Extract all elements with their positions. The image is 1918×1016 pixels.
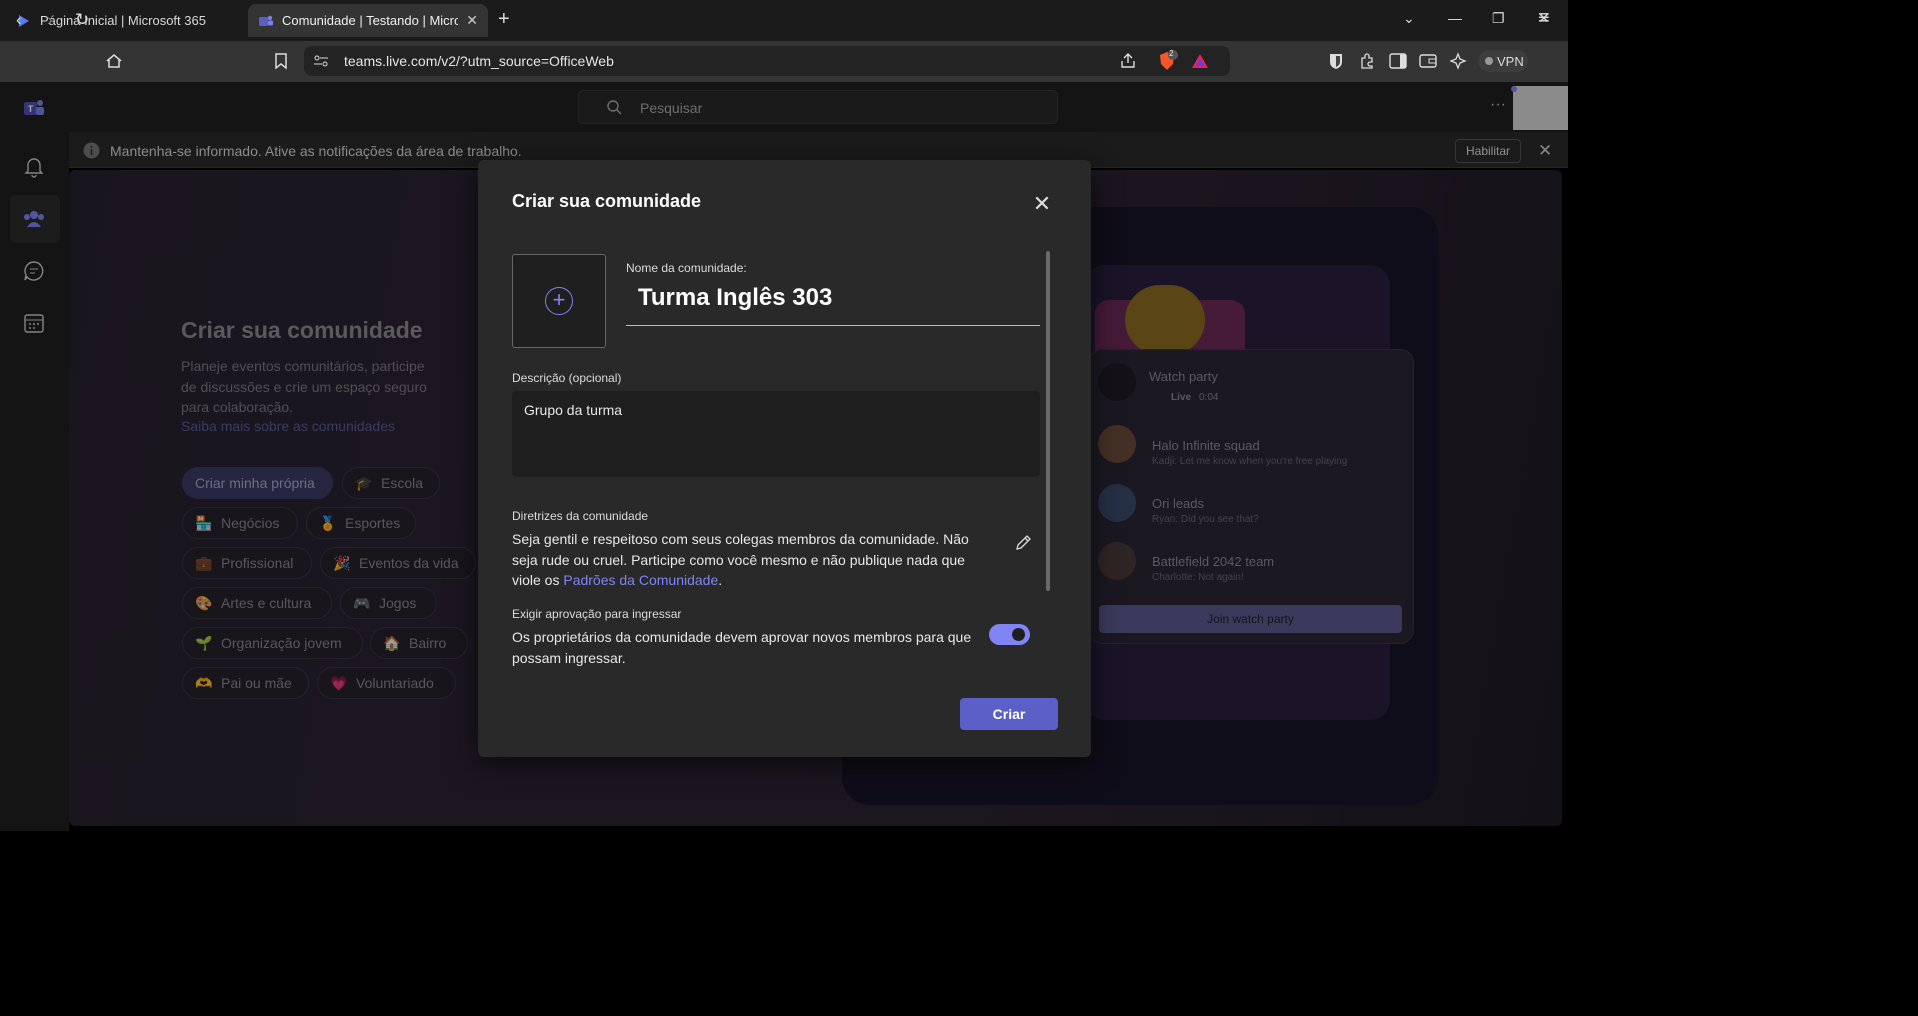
add-image-icon: + bbox=[545, 287, 573, 315]
site-settings-icon[interactable] bbox=[313, 54, 329, 68]
dialog-scrollbar[interactable] bbox=[1046, 251, 1050, 591]
browser-tab-microsoft-365[interactable]: Página Inicial | Microsoft 365 bbox=[6, 4, 244, 37]
close-tab-icon[interactable]: ✕ bbox=[466, 12, 478, 29]
guidelines-text: Seja gentil e respeitoso com seus colega… bbox=[512, 529, 982, 591]
bookmark-icon[interactable] bbox=[273, 52, 289, 70]
community-standards-link[interactable]: Padrões da Comunidade bbox=[563, 572, 718, 588]
leo-ai-icon[interactable] bbox=[1449, 52, 1467, 70]
vpn-button[interactable]: VPN bbox=[1478, 50, 1528, 72]
vpn-label: VPN bbox=[1497, 54, 1524, 69]
minimize-icon[interactable]: — bbox=[1448, 10, 1462, 26]
guidelines-end: . bbox=[718, 572, 723, 588]
extensions-icon[interactable] bbox=[1358, 52, 1376, 70]
forward-icon[interactable]: › bbox=[47, 10, 53, 30]
edit-pencil-icon[interactable] bbox=[1013, 533, 1033, 553]
reload-icon[interactable]: ↻ bbox=[75, 10, 89, 30]
back-icon[interactable]: ‹ bbox=[16, 10, 22, 30]
teams-icon bbox=[259, 15, 273, 26]
toggle-knob bbox=[1012, 628, 1025, 641]
description-input[interactable]: Grupo da turma bbox=[512, 391, 1040, 477]
tab-search-chevron-icon[interactable]: ⌄ bbox=[1403, 10, 1415, 27]
description-label: Descrição (opcional) bbox=[512, 371, 622, 385]
share-icon[interactable] bbox=[1119, 52, 1137, 70]
guidelines-label: Diretrizes da comunidade bbox=[512, 509, 649, 523]
tab-label: Comunidade | Testando | Microsoft Teams bbox=[282, 13, 458, 28]
url-text: teams.live.com/v2/?utm_source=OfficeWeb bbox=[344, 53, 614, 69]
dialog-title: Criar sua comunidade bbox=[512, 191, 702, 211]
create-button[interactable]: Criar bbox=[960, 698, 1058, 730]
vpn-status-icon bbox=[1485, 57, 1493, 65]
restore-icon[interactable]: ❐ bbox=[1492, 10, 1505, 27]
community-name-input[interactable]: Turma Inglês 303 bbox=[626, 280, 1040, 326]
brave-shields-badge: 2 bbox=[1169, 49, 1174, 58]
new-tab-icon[interactable]: + bbox=[498, 8, 510, 31]
home-icon[interactable] bbox=[105, 52, 123, 70]
approval-text: Os proprietários da comunidade devem apr… bbox=[512, 629, 972, 666]
brave-shields-icon[interactable] bbox=[1156, 50, 1178, 72]
menu-icon[interactable]: ≡ bbox=[1538, 8, 1550, 28]
wallet-icon[interactable] bbox=[1419, 53, 1437, 69]
brave-rewards-icon[interactable] bbox=[1190, 52, 1210, 70]
close-dialog-icon[interactable]: ✕ bbox=[1031, 193, 1053, 216]
tab-label: Página Inicial | Microsoft 365 bbox=[40, 13, 206, 28]
browser-tab-teams[interactable]: Comunidade | Testando | Microsoft Teams … bbox=[248, 4, 488, 37]
bitwarden-icon[interactable] bbox=[1328, 52, 1344, 70]
community-name-label: Nome da comunidade: bbox=[626, 261, 747, 275]
sidebar-icon[interactable] bbox=[1389, 53, 1407, 69]
approval-label: Exigir aprovação para ingressar bbox=[512, 607, 682, 621]
